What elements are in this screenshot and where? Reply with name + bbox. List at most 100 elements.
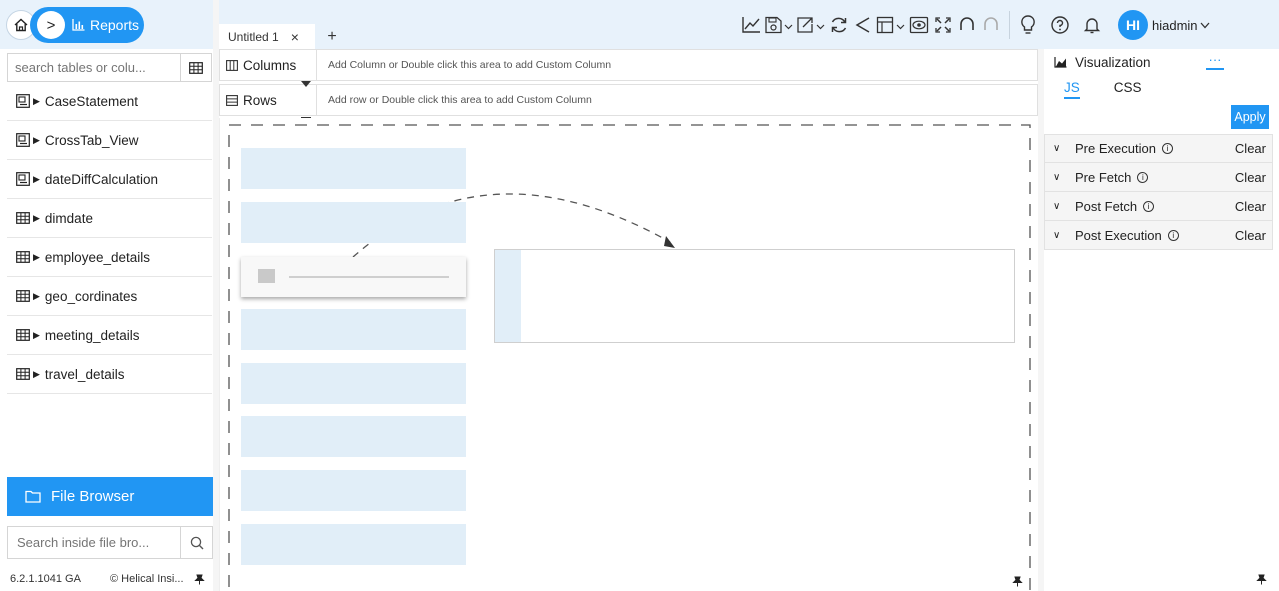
code-tabs: JS CSS	[1064, 80, 1142, 99]
chevron-right-icon[interactable]: >	[37, 11, 65, 39]
columns-shelf[interactable]: Columns Add Column or Double click this …	[219, 49, 1038, 81]
placeholder-field	[241, 202, 466, 243]
list-item[interactable]: ▶ meeting_details	[7, 316, 212, 355]
placeholder-field	[241, 524, 466, 565]
table-name: employee_details	[44, 249, 150, 265]
hook-pre-execution[interactable]: ∨ Pre Execution i Clear	[1044, 134, 1273, 163]
search-icon	[190, 536, 203, 549]
pin-icon[interactable]	[193, 574, 205, 585]
grid-icon	[189, 61, 203, 74]
clear-button[interactable]: Clear	[1235, 141, 1266, 156]
table-view-button[interactable]	[180, 54, 211, 81]
shelf-splitter-handle[interactable]	[301, 81, 311, 87]
list-item[interactable]: ▶ dimdate	[7, 199, 212, 238]
hook-post-execution[interactable]: ∨ Post Execution i Clear	[1044, 221, 1273, 250]
placeholder-field	[241, 148, 466, 189]
apply-button[interactable]: Apply	[1231, 105, 1269, 129]
avatar[interactable]: HI	[1118, 10, 1148, 40]
table-icon	[16, 329, 30, 341]
export-menu-button[interactable]	[795, 13, 827, 37]
info-icon[interactable]: i	[1161, 143, 1173, 154]
line-chart-icon	[742, 17, 760, 33]
chevron-down-icon: ∨	[1053, 200, 1061, 212]
file-search-button[interactable]	[180, 527, 212, 558]
table-name: travel_details	[44, 366, 125, 382]
add-tab-button[interactable]: +	[322, 24, 342, 49]
drop-target-strip	[495, 250, 521, 342]
file-browser-label: File Browser	[51, 488, 135, 505]
save-icon	[765, 16, 793, 34]
pin-icon[interactable]	[1256, 574, 1267, 585]
list-item[interactable]: ▶ geo_cordinates	[7, 277, 212, 316]
redo-button[interactable]	[979, 13, 1003, 37]
tab-js[interactable]: JS	[1064, 80, 1080, 99]
expand-arrow-icon[interactable]: ▶	[33, 174, 40, 185]
list-item[interactable]: ▶ dateDiffCalculation	[7, 160, 212, 199]
table-icon	[16, 251, 30, 263]
layout-menu-button[interactable]	[875, 13, 907, 37]
folder-icon	[25, 490, 41, 503]
tab-css[interactable]: CSS	[1114, 80, 1142, 99]
expand-arrow-icon[interactable]: ▶	[33, 291, 40, 302]
preview-button[interactable]	[907, 13, 931, 37]
info-icon[interactable]: i	[1137, 171, 1149, 183]
list-item[interactable]: ▶ CaseStatement	[7, 82, 212, 121]
help-button[interactable]	[1048, 13, 1072, 37]
refresh-icon	[831, 17, 847, 33]
chevron-down-icon: ∨	[1053, 143, 1061, 154]
area-chart-icon	[1054, 57, 1067, 68]
expand-icon	[935, 17, 951, 33]
reports-label[interactable]: Reports	[72, 17, 139, 33]
file-browser-button[interactable]: File Browser	[7, 477, 213, 516]
rows-drop-hint: Add row or Double click this area to add…	[328, 94, 592, 106]
tab-untitled-1[interactable]: Untitled 1 ×	[219, 24, 315, 49]
expand-arrow-icon[interactable]: ▶	[33, 369, 40, 380]
refresh-button[interactable]	[827, 13, 851, 37]
hook-post-fetch[interactable]: ∨ Post Fetch i Clear	[1044, 192, 1273, 221]
reports-breadcrumb[interactable]: > Reports	[30, 7, 144, 43]
placeholder-field	[241, 309, 466, 350]
expand-arrow-icon[interactable]: ▶	[33, 96, 40, 107]
undo-button[interactable]	[955, 13, 979, 37]
notifications-button[interactable]	[1080, 13, 1104, 37]
visualize-button[interactable]	[739, 13, 763, 37]
list-item[interactable]: ▶ CrossTab_View	[7, 121, 212, 160]
drag-arrow-head	[664, 236, 675, 248]
view-icon	[16, 94, 30, 108]
table-name: geo_cordinates	[44, 288, 138, 304]
info-icon[interactable]: i	[1167, 229, 1179, 241]
expand-arrow-icon[interactable]: ▶	[33, 135, 40, 146]
save-menu-button[interactable]	[763, 13, 795, 37]
fullscreen-button[interactable]	[931, 13, 955, 37]
close-tab-icon[interactable]: ×	[291, 29, 299, 45]
pin-icon[interactable]	[1012, 576, 1023, 587]
reports-text: Reports	[90, 17, 140, 33]
table-icon	[16, 290, 30, 302]
user-menu[interactable]: hiadmin	[1152, 18, 1210, 33]
tab-more[interactable]: ···	[1206, 52, 1224, 70]
hints-button[interactable]	[1016, 13, 1040, 37]
table-search-input[interactable]	[8, 54, 180, 81]
drop-target-panel	[494, 249, 1015, 343]
report-editor: > Reports search tables or colu... ▶ Cas…	[0, 0, 1279, 591]
drop-zone-border	[228, 124, 1031, 591]
share-button[interactable]	[851, 13, 875, 37]
placeholder-field	[241, 416, 466, 457]
clear-button[interactable]: Clear	[1235, 228, 1266, 243]
info-icon[interactable]: i	[1143, 200, 1155, 212]
tab-visualization[interactable]: Visualization	[1054, 55, 1151, 70]
expand-arrow-icon[interactable]: ▶	[33, 213, 40, 224]
expand-arrow-icon[interactable]: ▶	[33, 330, 40, 341]
rows-shelf[interactable]: Rows Add row or Double click this area t…	[219, 84, 1038, 116]
list-item[interactable]: ▶ employee_details	[7, 238, 212, 277]
list-item[interactable]: ▶ travel_details	[7, 355, 212, 394]
hook-pre-fetch[interactable]: ∨ Pre Fetch i Clear	[1044, 163, 1273, 192]
clear-button[interactable]: Clear	[1235, 170, 1266, 185]
report-canvas[interactable]	[219, 118, 1038, 591]
top-bar: Untitled 1 × + HI hiadmin	[219, 0, 1279, 49]
file-search-input[interactable]	[8, 527, 180, 558]
view-icon	[16, 133, 30, 147]
clear-button[interactable]: Clear	[1235, 199, 1266, 214]
redo-icon	[984, 17, 998, 30]
expand-arrow-icon[interactable]: ▶	[33, 252, 40, 263]
